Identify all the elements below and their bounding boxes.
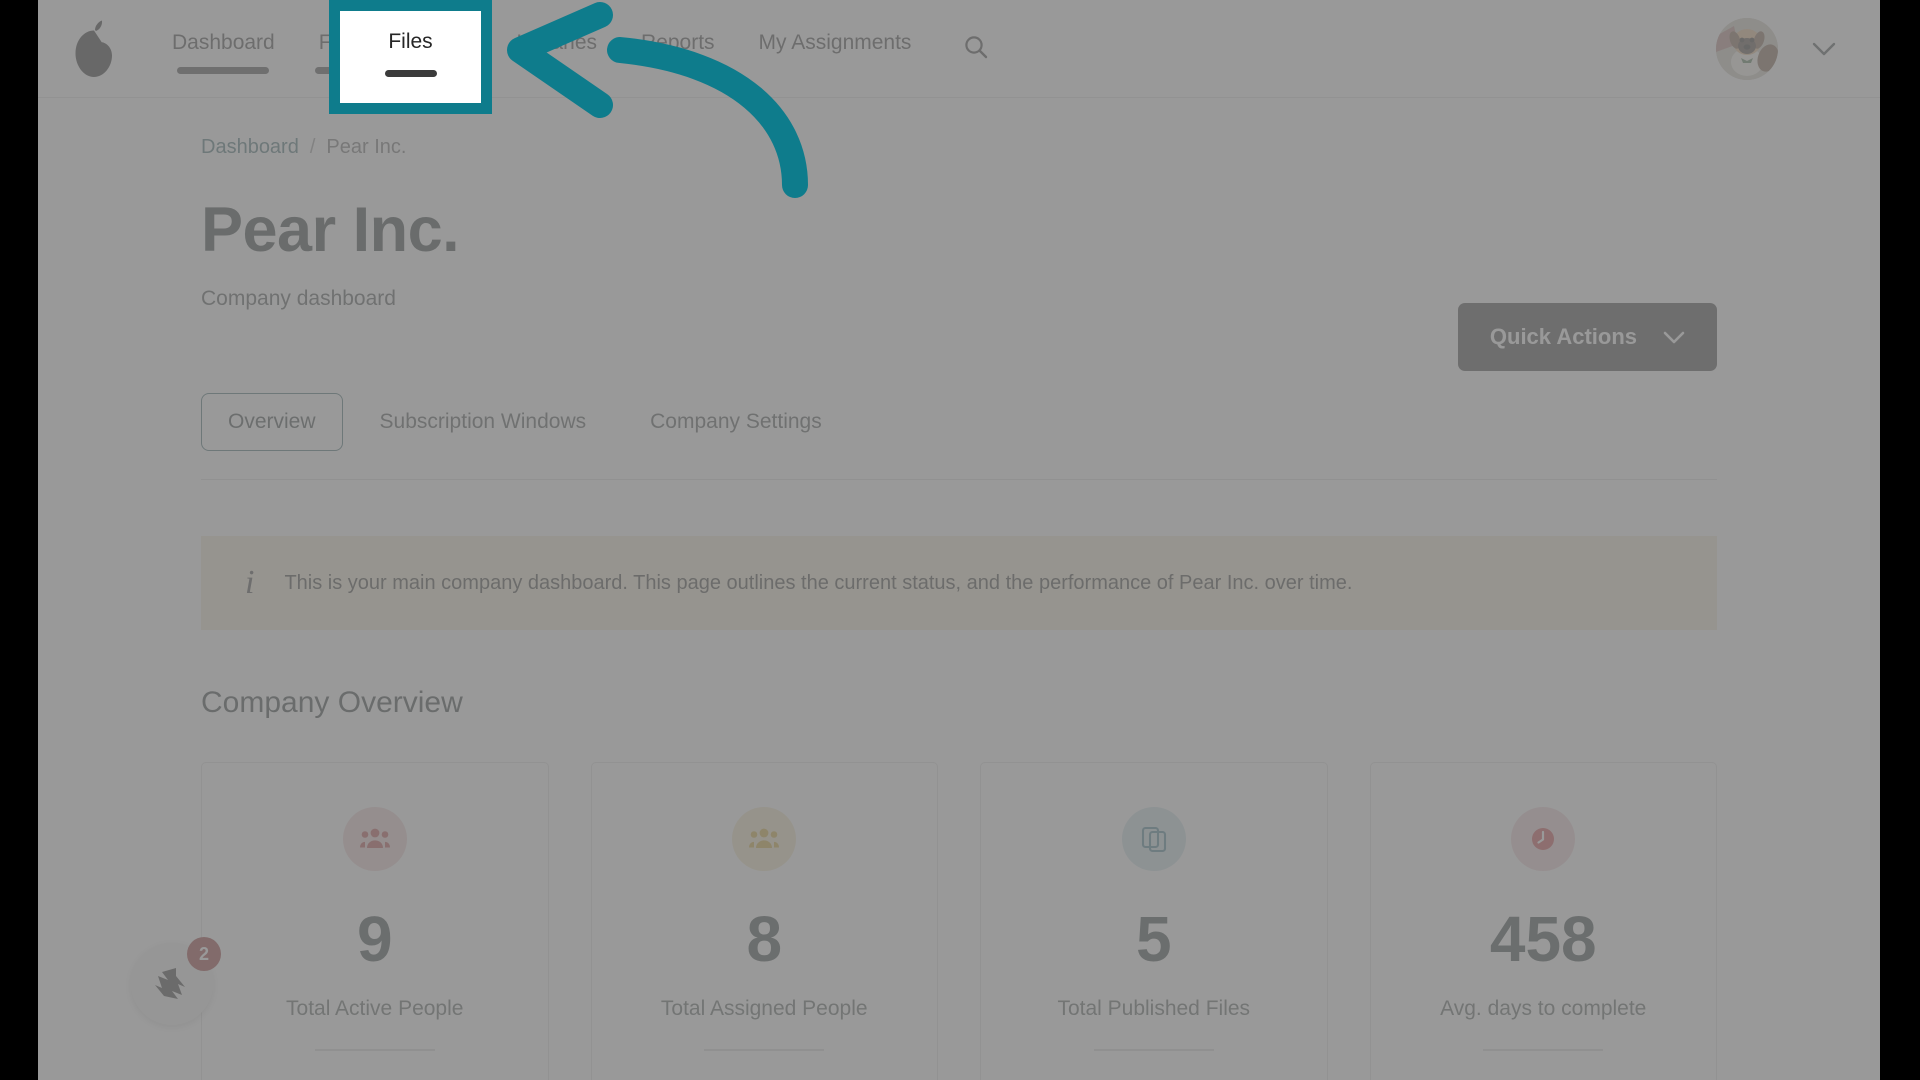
highlight-underline <box>384 69 437 77</box>
nav-item-label: Reports <box>641 30 715 54</box>
tab-company-settings[interactable]: Company Settings <box>623 393 849 451</box>
stat-card-total-assigned-people: 8 Total Assigned People <box>590 762 938 1080</box>
brand-logo[interactable] <box>38 20 150 78</box>
chat-widget-button[interactable]: 2 <box>131 937 221 1025</box>
people-group-icon-glyph <box>749 828 780 849</box>
breadcrumb-separator: / <box>309 136 316 158</box>
clock-icon-glyph <box>1532 828 1555 851</box>
chevron-down-icon[interactable] <box>1812 42 1836 56</box>
info-banner-text: This is your main company dashboard. Thi… <box>284 571 1353 594</box>
stat-label: Total Assigned People <box>660 997 868 1021</box>
page-content: Dashboard / Pear Inc. Pear Inc. Company … <box>38 98 1880 1080</box>
info-icon: i <box>245 564 255 602</box>
info-banner: i This is your main company dashboard. T… <box>201 536 1717 631</box>
card-divider <box>704 1049 825 1052</box>
stat-card-total-active-people: 9 Total Active People <box>201 762 549 1080</box>
avatar[interactable] <box>1716 17 1778 80</box>
stat-label: Total Active People <box>286 997 464 1021</box>
search-icon[interactable] <box>959 30 993 64</box>
nav-item-label: Dashboard <box>172 30 275 54</box>
screenshot-root: Dashboard Files People Libraries Reports <box>0 0 1920 1080</box>
section-title-company-overview: Company Overview <box>201 686 463 720</box>
stat-label: Total Published Files <box>1057 997 1251 1021</box>
page-tabs: Overview Subscription Windows Company Se… <box>201 393 1717 481</box>
card-divider <box>1093 1049 1214 1052</box>
search-icon-glyph <box>965 35 988 58</box>
stat-value: 8 <box>746 903 783 976</box>
nav-right-cluster <box>1716 17 1880 80</box>
nav-active-underline <box>177 66 270 74</box>
nav-item-my-assignments[interactable]: My Assignments <box>737 30 934 56</box>
stat-value: 9 <box>356 903 393 976</box>
people-group-icon <box>342 807 407 872</box>
tab-overview[interactable]: Overview <box>201 393 343 452</box>
highlight-box-files-tab[interactable]: Files <box>329 0 492 114</box>
page-title: Pear Inc. <box>201 195 460 265</box>
card-divider <box>314 1049 435 1052</box>
pear-logo-icon <box>75 20 112 77</box>
tab-label: Overview <box>228 410 316 434</box>
copy-files-icon-glyph <box>1141 827 1166 853</box>
nav-item-label: My Assignments <box>758 30 912 54</box>
nav-item-dashboard[interactable]: Dashboard <box>150 30 297 74</box>
quick-actions-label: Quick Actions <box>1489 324 1637 349</box>
nav-item-label: Libraries <box>516 30 598 54</box>
card-divider <box>1483 1049 1604 1052</box>
nav-item-libraries[interactable]: Libraries <box>494 30 619 56</box>
nav-item-reports[interactable]: Reports <box>619 30 737 56</box>
tab-label: Subscription Windows <box>379 410 587 434</box>
stat-value: 458 <box>1489 903 1597 976</box>
highlight-label: Files <box>388 29 433 53</box>
avatar-dog-photo <box>1716 17 1778 80</box>
people-group-icon <box>732 807 797 872</box>
stat-label: Avg. days to complete <box>1440 997 1647 1021</box>
stat-value: 5 <box>1135 903 1172 976</box>
tab-label: Company Settings <box>650 410 822 434</box>
clock-icon <box>1511 807 1576 872</box>
tab-subscription-windows[interactable]: Subscription Windows <box>353 393 614 451</box>
quick-actions-button[interactable]: Quick Actions <box>1457 303 1717 371</box>
breadcrumb-current: Pear Inc. <box>326 136 407 158</box>
copy-files-icon <box>1121 807 1186 872</box>
nav-items: Dashboard Files People Libraries Reports <box>150 0 993 98</box>
chat-unread-badge: 2 <box>187 937 221 971</box>
app-viewport: Dashboard Files People Libraries Reports <box>38 0 1880 1080</box>
top-navigation-bar: Dashboard Files People Libraries Reports <box>38 0 1880 98</box>
stat-card-total-published-files: 5 Total Published Files <box>980 762 1328 1080</box>
people-group-icon-glyph <box>359 828 390 849</box>
stat-card-avg-days-to-complete: 458 Avg. days to complete <box>1369 762 1717 1080</box>
overview-cards: 9 Total Active People 8 Total Assigned P… <box>201 762 1717 1080</box>
chevron-down-icon <box>1663 331 1685 343</box>
chat-widget-icon <box>155 968 185 999</box>
breadcrumb-root-link[interactable]: Dashboard <box>201 136 299 159</box>
